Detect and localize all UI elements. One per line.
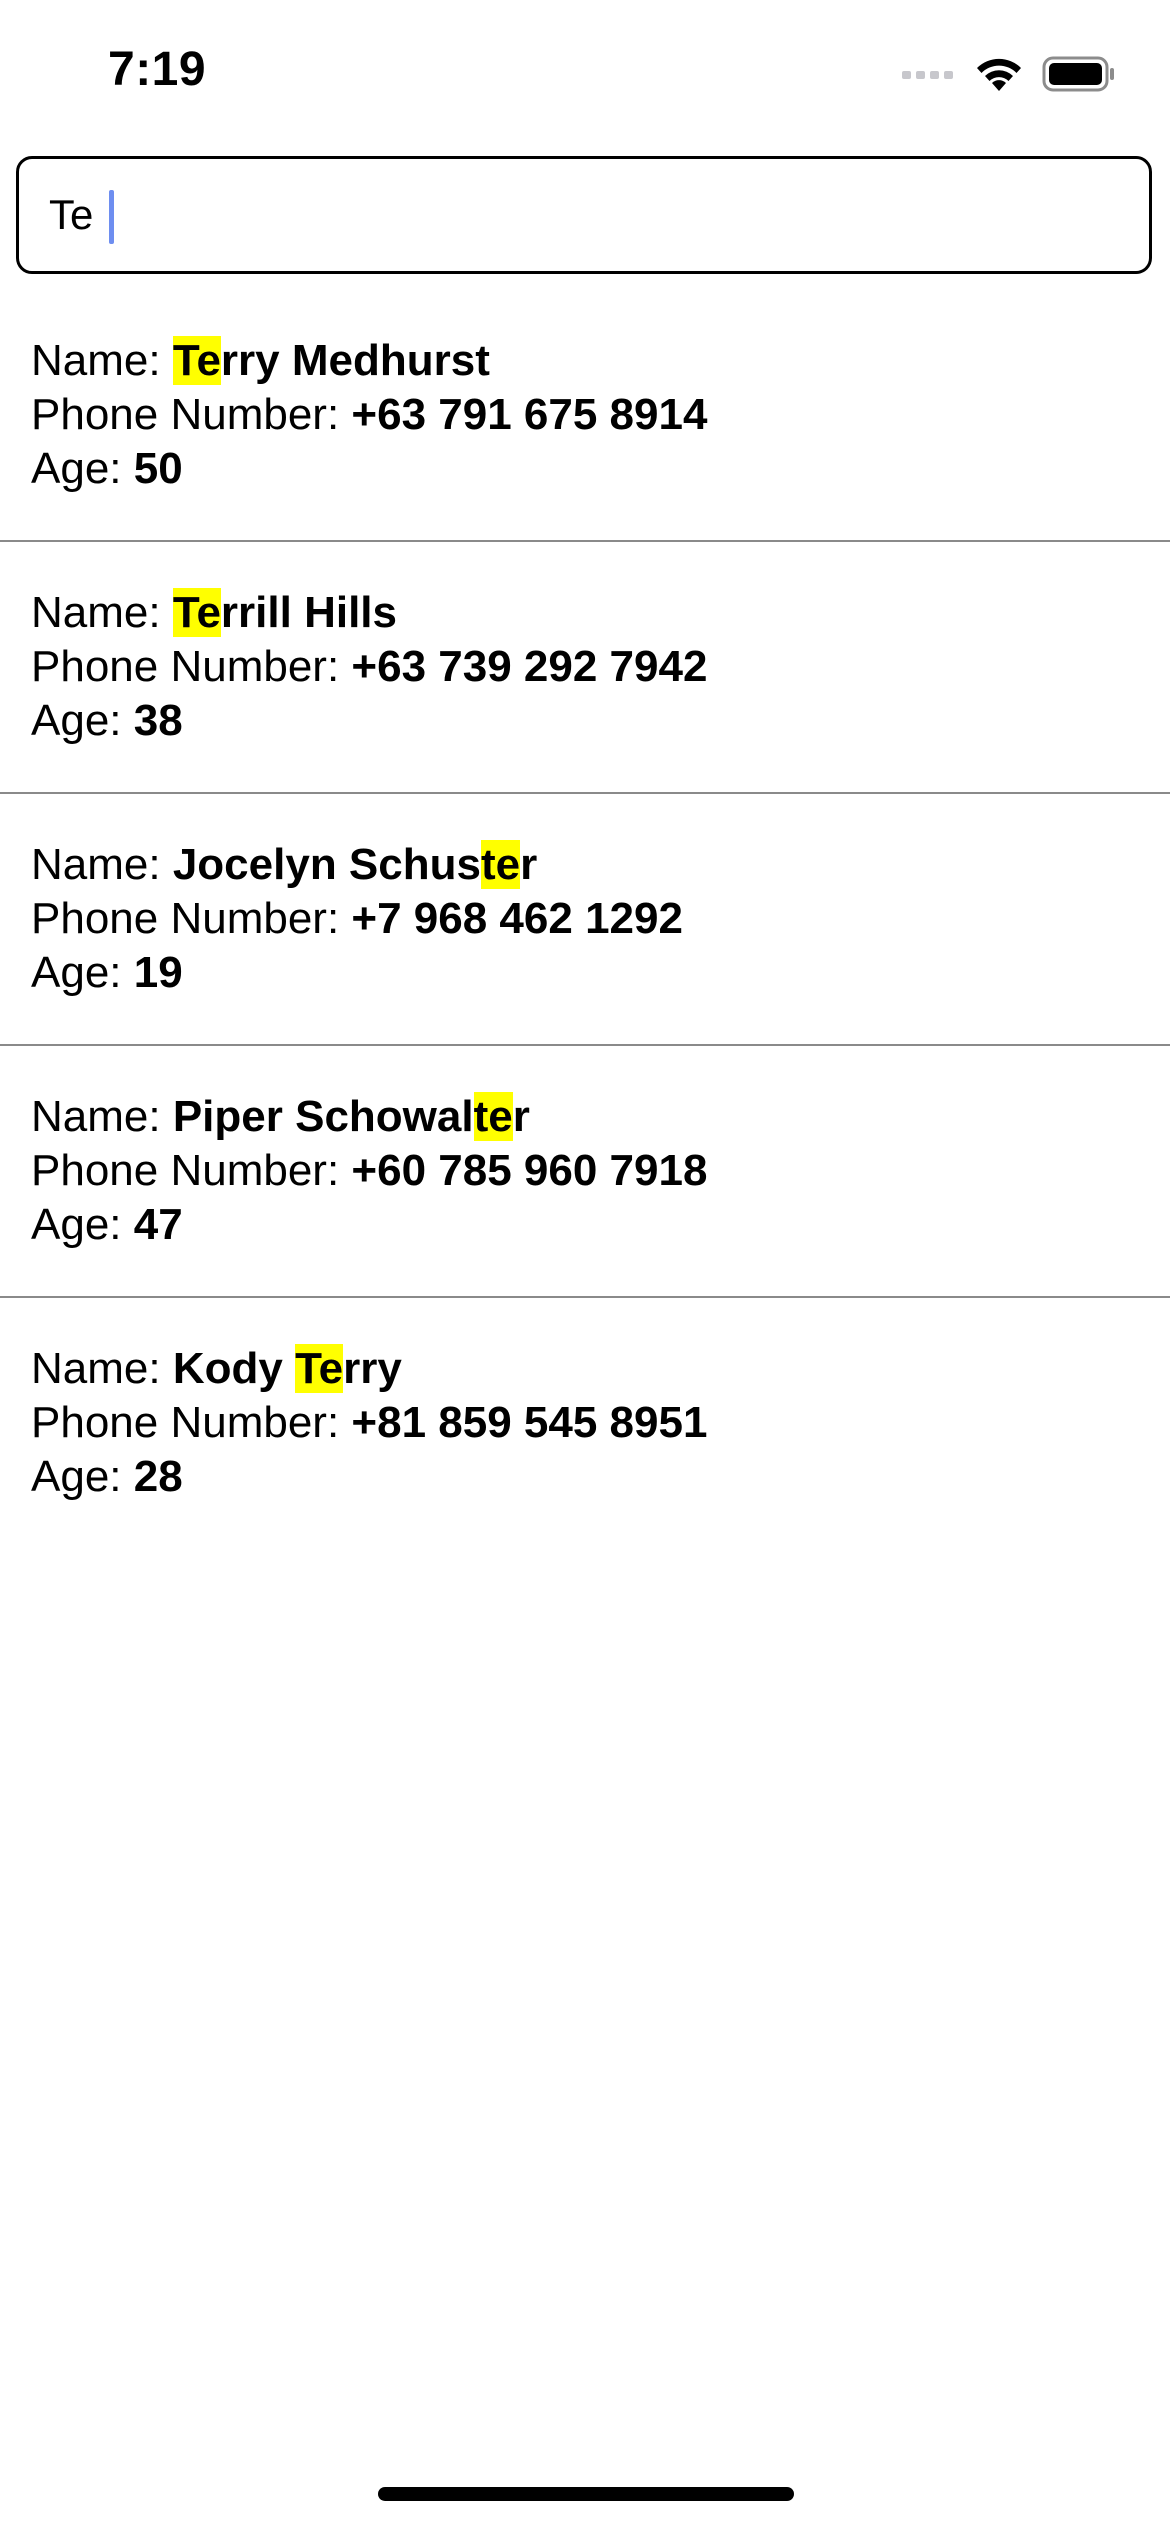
phone-label: Phone Number:: [31, 642, 352, 691]
contact-phone: +63 739 292 7942: [351, 642, 708, 691]
contact-phone: +7 968 462 1292: [351, 894, 683, 943]
name-label: Name:: [31, 1344, 173, 1393]
name-prefix: Jocelyn Schus: [172, 840, 481, 889]
search-match-highlight: Te: [172, 336, 221, 385]
age-label: Age:: [31, 1200, 134, 1249]
name-suffix: rrill Hills: [220, 588, 397, 637]
age-label: Age:: [31, 1452, 134, 1501]
contact-list: Name: Terry Medhurst Phone Number: +63 79…: [0, 290, 1170, 1550]
name-label: Name:: [31, 840, 173, 889]
contact-name: Terry Medhurst: [172, 336, 490, 385]
name-prefix: Piper Schowal: [172, 1092, 474, 1141]
age-row: Age: 28: [31, 1450, 1170, 1504]
name-row: Name: Piper Schowalter: [31, 1090, 1170, 1144]
list-item[interactable]: Name: Kody Terry Phone Number: +81 859 54…: [0, 1298, 1170, 1550]
search-match-highlight: te: [473, 1092, 513, 1141]
name-suffix: rry: [343, 1344, 402, 1393]
list-item[interactable]: Name: Terry Medhurst Phone Number: +63 79…: [0, 290, 1170, 542]
phone-row: Phone Number: +63 791 675 8914: [31, 388, 1170, 442]
contact-age: 47: [133, 1200, 183, 1249]
phone-label: Phone Number:: [31, 1146, 352, 1195]
name-label: Name:: [31, 1092, 173, 1141]
name-prefix: Kody: [172, 1344, 296, 1393]
contact-age: 28: [133, 1452, 183, 1501]
cellular-signal-icon: [902, 71, 953, 79]
phone-row: Phone Number: +7 968 462 1292: [31, 892, 1170, 946]
name-suffix: rry Medhurst: [220, 336, 490, 385]
age-label: Age:: [31, 948, 134, 997]
name-label: Name:: [31, 336, 173, 385]
phone-label: Phone Number:: [31, 1398, 352, 1447]
contact-phone: +60 785 960 7918: [351, 1146, 708, 1195]
phone-row: Phone Number: +60 785 960 7918: [31, 1144, 1170, 1198]
list-item[interactable]: Name: Terrill Hills Phone Number: +63 739…: [0, 542, 1170, 794]
name-row: Name: Terry Medhurst: [31, 334, 1170, 388]
age-row: Age: 38: [31, 694, 1170, 748]
contact-phone: +81 859 545 8951: [351, 1398, 708, 1447]
age-row: Age: 19: [31, 946, 1170, 1000]
search-match-highlight: Te: [172, 588, 221, 637]
status-time: 7:19: [108, 43, 207, 96]
contact-name: Terrill Hills: [172, 588, 397, 637]
contact-name: Kody Terry: [173, 1344, 402, 1393]
contact-phone: +63 791 675 8914: [351, 390, 708, 439]
list-item[interactable]: Name: Jocelyn Schuster Phone Number: +7 9…: [0, 794, 1170, 1046]
name-row: Name: Terrill Hills: [31, 586, 1170, 640]
name-suffix: r: [512, 1092, 530, 1141]
name-label: Name:: [31, 588, 173, 637]
name-row: Name: Kody Terry: [31, 1342, 1170, 1396]
contact-age: 19: [133, 948, 183, 997]
phone-row: Phone Number: +63 739 292 7942: [31, 640, 1170, 694]
search-match-highlight: Te: [295, 1344, 344, 1393]
list-item[interactable]: Name: Piper Schowalter Phone Number: +60 …: [0, 1046, 1170, 1298]
contact-name: Piper Schowalter: [173, 1092, 530, 1141]
phone-row: Phone Number: +81 859 545 8951: [31, 1396, 1170, 1450]
contact-age: 38: [133, 696, 183, 745]
name-row: Name: Jocelyn Schuster: [31, 838, 1170, 892]
age-row: Age: 50: [31, 442, 1170, 496]
phone-label: Phone Number:: [31, 894, 352, 943]
search-input[interactable]: [49, 159, 1109, 271]
age-row: Age: 47: [31, 1198, 1170, 1252]
search-match-highlight: te: [480, 840, 521, 889]
age-label: Age:: [31, 444, 134, 493]
battery-icon: [1042, 56, 1114, 92]
contact-name: Jocelyn Schuster: [173, 840, 537, 889]
status-bar: 7:19: [0, 0, 1170, 150]
age-label: Age:: [31, 696, 134, 745]
wifi-icon: [977, 58, 1021, 91]
home-indicator[interactable]: [378, 2487, 794, 2501]
search-field[interactable]: [16, 156, 1152, 274]
status-icons: [902, 52, 1116, 96]
text-cursor: [109, 190, 114, 244]
phone-label: Phone Number:: [31, 390, 352, 439]
contact-age: 50: [133, 444, 183, 493]
name-suffix: r: [520, 840, 538, 889]
